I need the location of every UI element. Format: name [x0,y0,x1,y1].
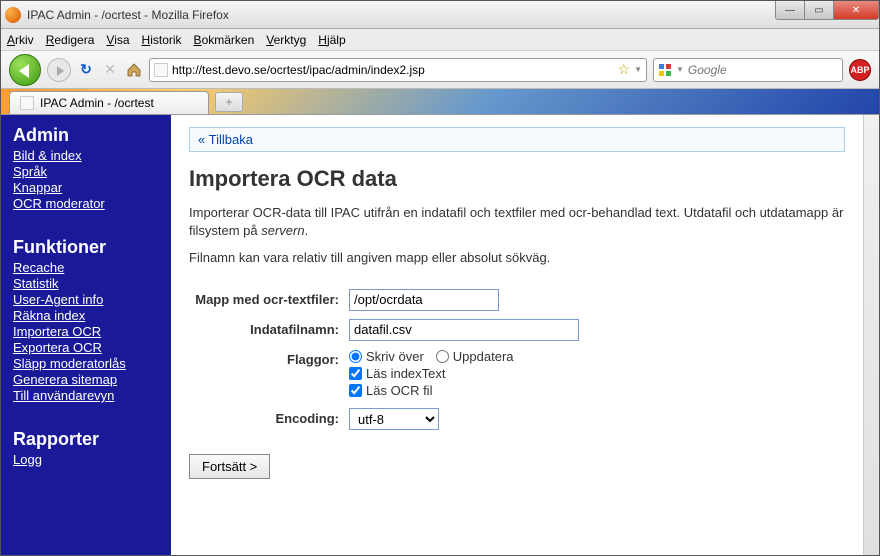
import-form: Mapp med ocr-textfiler: Indatafilnamn: F… [189,289,845,430]
back-link-box: « Tillbaka [189,127,845,152]
tab-page-icon [20,96,34,110]
sidebar-heading-funktioner: Funktioner [13,237,159,258]
sidebar-item-useragent[interactable]: User-Agent info [13,292,159,307]
menu-verktyg[interactable]: Verktyg [266,33,306,47]
menubar: Arkiv Redigera Visa Historik Bokmärken V… [1,29,879,51]
check-ocrfile[interactable] [349,384,362,397]
radio-overwrite-label: Skriv över [366,349,424,364]
radio-update-label: Uppdatera [453,349,514,364]
stop-button[interactable]: ✕ [101,61,119,79]
sidebar: Admin Bild & index Språk Knappar OCR mod… [1,115,171,555]
main-content: « Tillbaka Importera OCR data Importerar… [171,115,863,555]
dir-input[interactable] [349,289,499,311]
page-icon [154,63,168,77]
url-bar[interactable]: ☆ ▼ [149,58,647,82]
check-indextext[interactable] [349,367,362,380]
url-input[interactable] [172,63,614,77]
search-box[interactable]: ▼ 🔍 [653,58,843,82]
window-title: IPAC Admin - /ocrtest - Mozilla Firefox [27,8,229,22]
submit-button[interactable]: Fortsätt > [189,454,270,479]
menu-hjalp[interactable]: Hjälp [318,33,345,47]
sidebar-item-knappar[interactable]: Knappar [13,180,159,195]
menu-arkiv[interactable]: Arkiv [7,33,34,47]
titlebar: IPAC Admin - /ocrtest - Mozilla Firefox … [1,1,879,29]
firefox-icon [5,7,21,23]
scrollbar[interactable] [863,115,879,555]
minimize-button[interactable]: — [775,1,805,20]
check-ocrfile-label: Läs OCR fil [366,383,432,398]
home-button[interactable] [125,61,143,79]
flags-label: Flaggor: [189,349,349,367]
sidebar-heading-admin: Admin [13,125,159,146]
search-engine-dropdown-icon[interactable]: ▼ [676,65,684,74]
url-dropdown-icon[interactable]: ▼ [634,65,642,74]
sidebar-item-sprak[interactable]: Språk [13,164,159,179]
tabstrip: IPAC Admin - /ocrtest + [1,89,879,115]
encoding-select[interactable]: utf-8 [349,408,439,430]
intro-paragraph-2: Filnamn kan vara relativ till angiven ma… [189,249,845,267]
sidebar-item-slapp-moderatorlas[interactable]: Släpp moderatorlås [13,356,159,371]
sidebar-item-importera-ocr[interactable]: Importera OCR [13,324,159,339]
maximize-button[interactable]: ▭ [804,1,834,20]
menu-visa[interactable]: Visa [106,33,129,47]
sidebar-item-ocr-moderator[interactable]: OCR moderator [13,196,159,211]
back-link[interactable]: « Tillbaka [198,132,253,147]
forward-button[interactable] [47,58,71,82]
check-indextext-label: Läs indexText [366,366,446,381]
radio-overwrite[interactable] [349,350,362,363]
google-icon [658,63,672,77]
intro-paragraph-1: Importerar OCR-data till IPAC utifrån en… [189,204,845,239]
file-input[interactable] [349,319,579,341]
sidebar-item-recache[interactable]: Recache [13,260,159,275]
new-tab-button[interactable]: + [215,92,243,112]
sidebar-item-rakna-index[interactable]: Räkna index [13,308,159,323]
dir-label: Mapp med ocr-textfiler: [189,289,349,307]
menu-bokmarken[interactable]: Bokmärken [194,33,255,47]
sidebar-item-till-anvandarevyn[interactable]: Till användarevyn [13,388,159,403]
bookmark-star-icon[interactable]: ☆ [618,61,631,78]
encoding-label: Encoding: [189,408,349,426]
sidebar-item-bild-index[interactable]: Bild & index [13,148,159,163]
toolbar: ↻ ✕ ☆ ▼ ▼ 🔍 ABP [1,51,879,89]
menu-historik[interactable]: Historik [142,33,182,47]
sidebar-heading-rapporter: Rapporter [13,429,159,450]
tab-title: IPAC Admin - /ocrtest [40,96,154,110]
back-button[interactable] [9,54,41,86]
close-button[interactable]: ✕ [833,1,879,20]
file-label: Indatafilnamn: [189,319,349,337]
page-title: Importera OCR data [189,166,845,192]
adblock-icon[interactable]: ABP [849,59,871,81]
radio-update[interactable] [436,350,449,363]
sidebar-item-exportera-ocr[interactable]: Exportera OCR [13,340,159,355]
sidebar-item-statistik[interactable]: Statistik [13,276,159,291]
tab-ipac-admin[interactable]: IPAC Admin - /ocrtest [9,91,209,114]
sidebar-item-generera-sitemap[interactable]: Generera sitemap [13,372,159,387]
sidebar-item-logg[interactable]: Logg [13,452,159,467]
menu-redigera[interactable]: Redigera [46,33,95,47]
search-input[interactable] [688,63,845,77]
reload-button[interactable]: ↻ [77,61,95,79]
